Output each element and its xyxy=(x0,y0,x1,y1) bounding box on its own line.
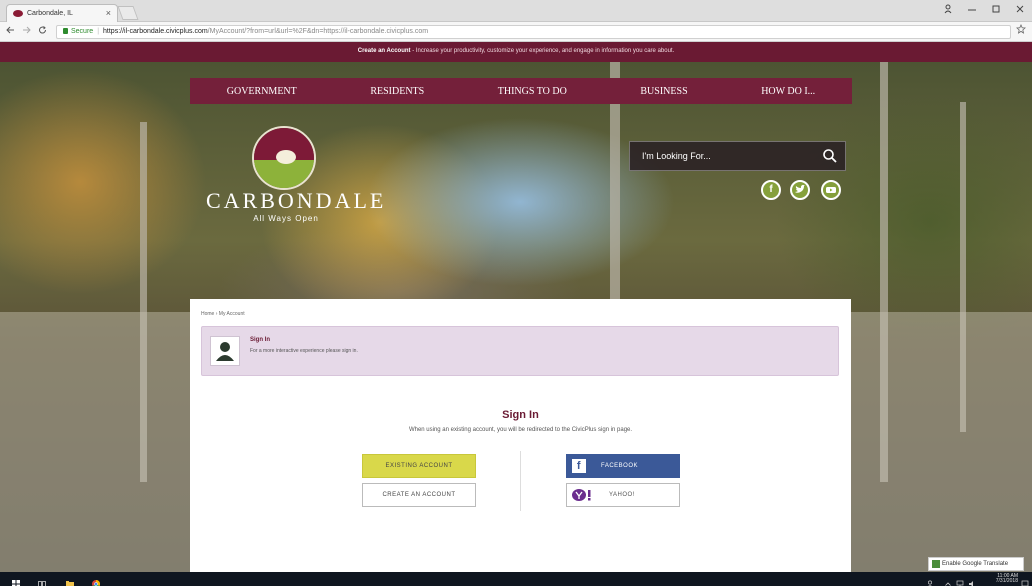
chrome-icon[interactable] xyxy=(92,575,101,586)
signin-prompt-title[interactable]: Sign In xyxy=(250,337,270,343)
logo-tagline: All Ways Open xyxy=(253,214,319,223)
nav-things-to-do[interactable]: THINGS TO DO xyxy=(498,86,567,97)
account-panel: Home › My Account Sign In For a more int… xyxy=(190,299,851,572)
carbondale-favicon-icon xyxy=(13,10,23,17)
notifications-icon[interactable] xyxy=(1021,575,1029,586)
search-icon[interactable] xyxy=(821,147,839,165)
forward-icon[interactable] xyxy=(22,25,31,38)
url-host: https://il-carbondale.civicplus.com xyxy=(103,28,208,35)
options-divider xyxy=(520,451,521,511)
tray-chevron-up-icon[interactable] xyxy=(944,575,952,586)
signin-prompt-banner: Sign In For a more interactive experienc… xyxy=(201,326,839,376)
url-separator: | xyxy=(97,28,100,35)
facebook-signin-label: FACEBOOK xyxy=(601,463,639,469)
url-path: /MyAccount/?from=url&url=%2F&dn=https://… xyxy=(207,28,429,35)
reload-icon[interactable] xyxy=(38,25,47,38)
google-translate-button[interactable]: Enable Google Translate xyxy=(928,557,1024,571)
windows-start-icon[interactable] xyxy=(12,575,20,586)
existing-account-button[interactable]: EXISTING ACCOUNT xyxy=(362,454,476,478)
secure-label: Secure xyxy=(71,28,94,35)
volume-icon[interactable] xyxy=(968,575,976,586)
nav-government[interactable]: GOVERNMENT xyxy=(227,86,297,97)
browser-tab-bar: Carbondale, IL × xyxy=(0,0,1032,22)
taskbar-date: 7/31/2018 xyxy=(995,578,1018,584)
user-icon[interactable] xyxy=(944,4,952,17)
signin-subtext: When using an existing account, you will… xyxy=(408,427,633,433)
twitter-icon[interactable] xyxy=(790,180,810,200)
nav-business[interactable]: BUSINESS xyxy=(640,86,687,97)
task-view-icon[interactable] xyxy=(38,575,46,586)
bookmark-star-icon[interactable] xyxy=(1016,23,1026,37)
tab-close-icon[interactable]: × xyxy=(106,8,111,18)
yahoo-signin-button[interactable]: YAHOO! xyxy=(566,483,680,507)
promo-text: - Increase your productivity, customize … xyxy=(410,48,675,54)
taskbar-clock[interactable]: 11:00 AM 7/31/2018 xyxy=(982,574,1018,584)
yahoo-logo-icon xyxy=(572,488,594,502)
yahoo-signin-label: YAHOO! xyxy=(609,492,635,498)
google-translate-icon xyxy=(932,560,940,568)
account-promo-banner: Create an Account - Increase your produc… xyxy=(0,42,1032,62)
breadcrumb: Home › My Account xyxy=(201,311,245,317)
logo-mark-icon xyxy=(252,126,316,190)
file-explorer-icon[interactable] xyxy=(66,575,74,586)
facebook-icon[interactable]: f xyxy=(761,180,781,200)
google-translate-label: Enable Google Translate xyxy=(942,561,1009,567)
back-icon[interactable] xyxy=(6,25,15,38)
browser-tab[interactable]: Carbondale, IL × xyxy=(6,4,118,22)
windows-taskbar: 11:00 AM 7/31/2018 xyxy=(0,572,1032,586)
signin-prompt-text: For a more interactive experience please… xyxy=(250,348,358,354)
network-icon[interactable] xyxy=(956,575,964,586)
nav-how-do-i[interactable]: HOW DO I... xyxy=(761,86,815,97)
url-input[interactable]: Secure | https://il-carbondale.civicplus.c… xyxy=(56,25,1011,39)
logo-name: CARBONDALE xyxy=(206,188,387,213)
create-account-button[interactable]: CREATE AN ACCOUNT xyxy=(362,483,476,507)
signin-heading: Sign In xyxy=(502,409,539,421)
create-account-link[interactable]: Create an Account xyxy=(358,48,411,54)
address-bar: Secure | https://il-carbondale.civicplus.c… xyxy=(0,22,1032,42)
search-input[interactable] xyxy=(630,142,815,170)
main-navigation: GOVERNMENT RESIDENTS THINGS TO DO BUSINE… xyxy=(190,78,852,104)
facebook-logo-icon: f xyxy=(572,459,586,473)
user-avatar-icon xyxy=(210,336,240,366)
lock-icon xyxy=(63,28,68,34)
new-tab-button[interactable] xyxy=(117,6,139,20)
youtube-icon[interactable] xyxy=(821,180,841,200)
nav-residents[interactable]: RESIDENTS xyxy=(370,86,424,97)
minimize-icon[interactable] xyxy=(968,4,976,17)
tab-title: Carbondale, IL xyxy=(27,10,73,17)
facebook-signin-button[interactable]: f FACEBOOK xyxy=(566,454,680,478)
carbondale-logo[interactable]: CARBONDALE All Ways Open xyxy=(206,126,387,226)
site-search xyxy=(629,141,846,171)
restore-icon[interactable] xyxy=(992,4,1000,17)
people-icon[interactable] xyxy=(926,575,934,586)
close-window-icon[interactable] xyxy=(1016,4,1024,17)
